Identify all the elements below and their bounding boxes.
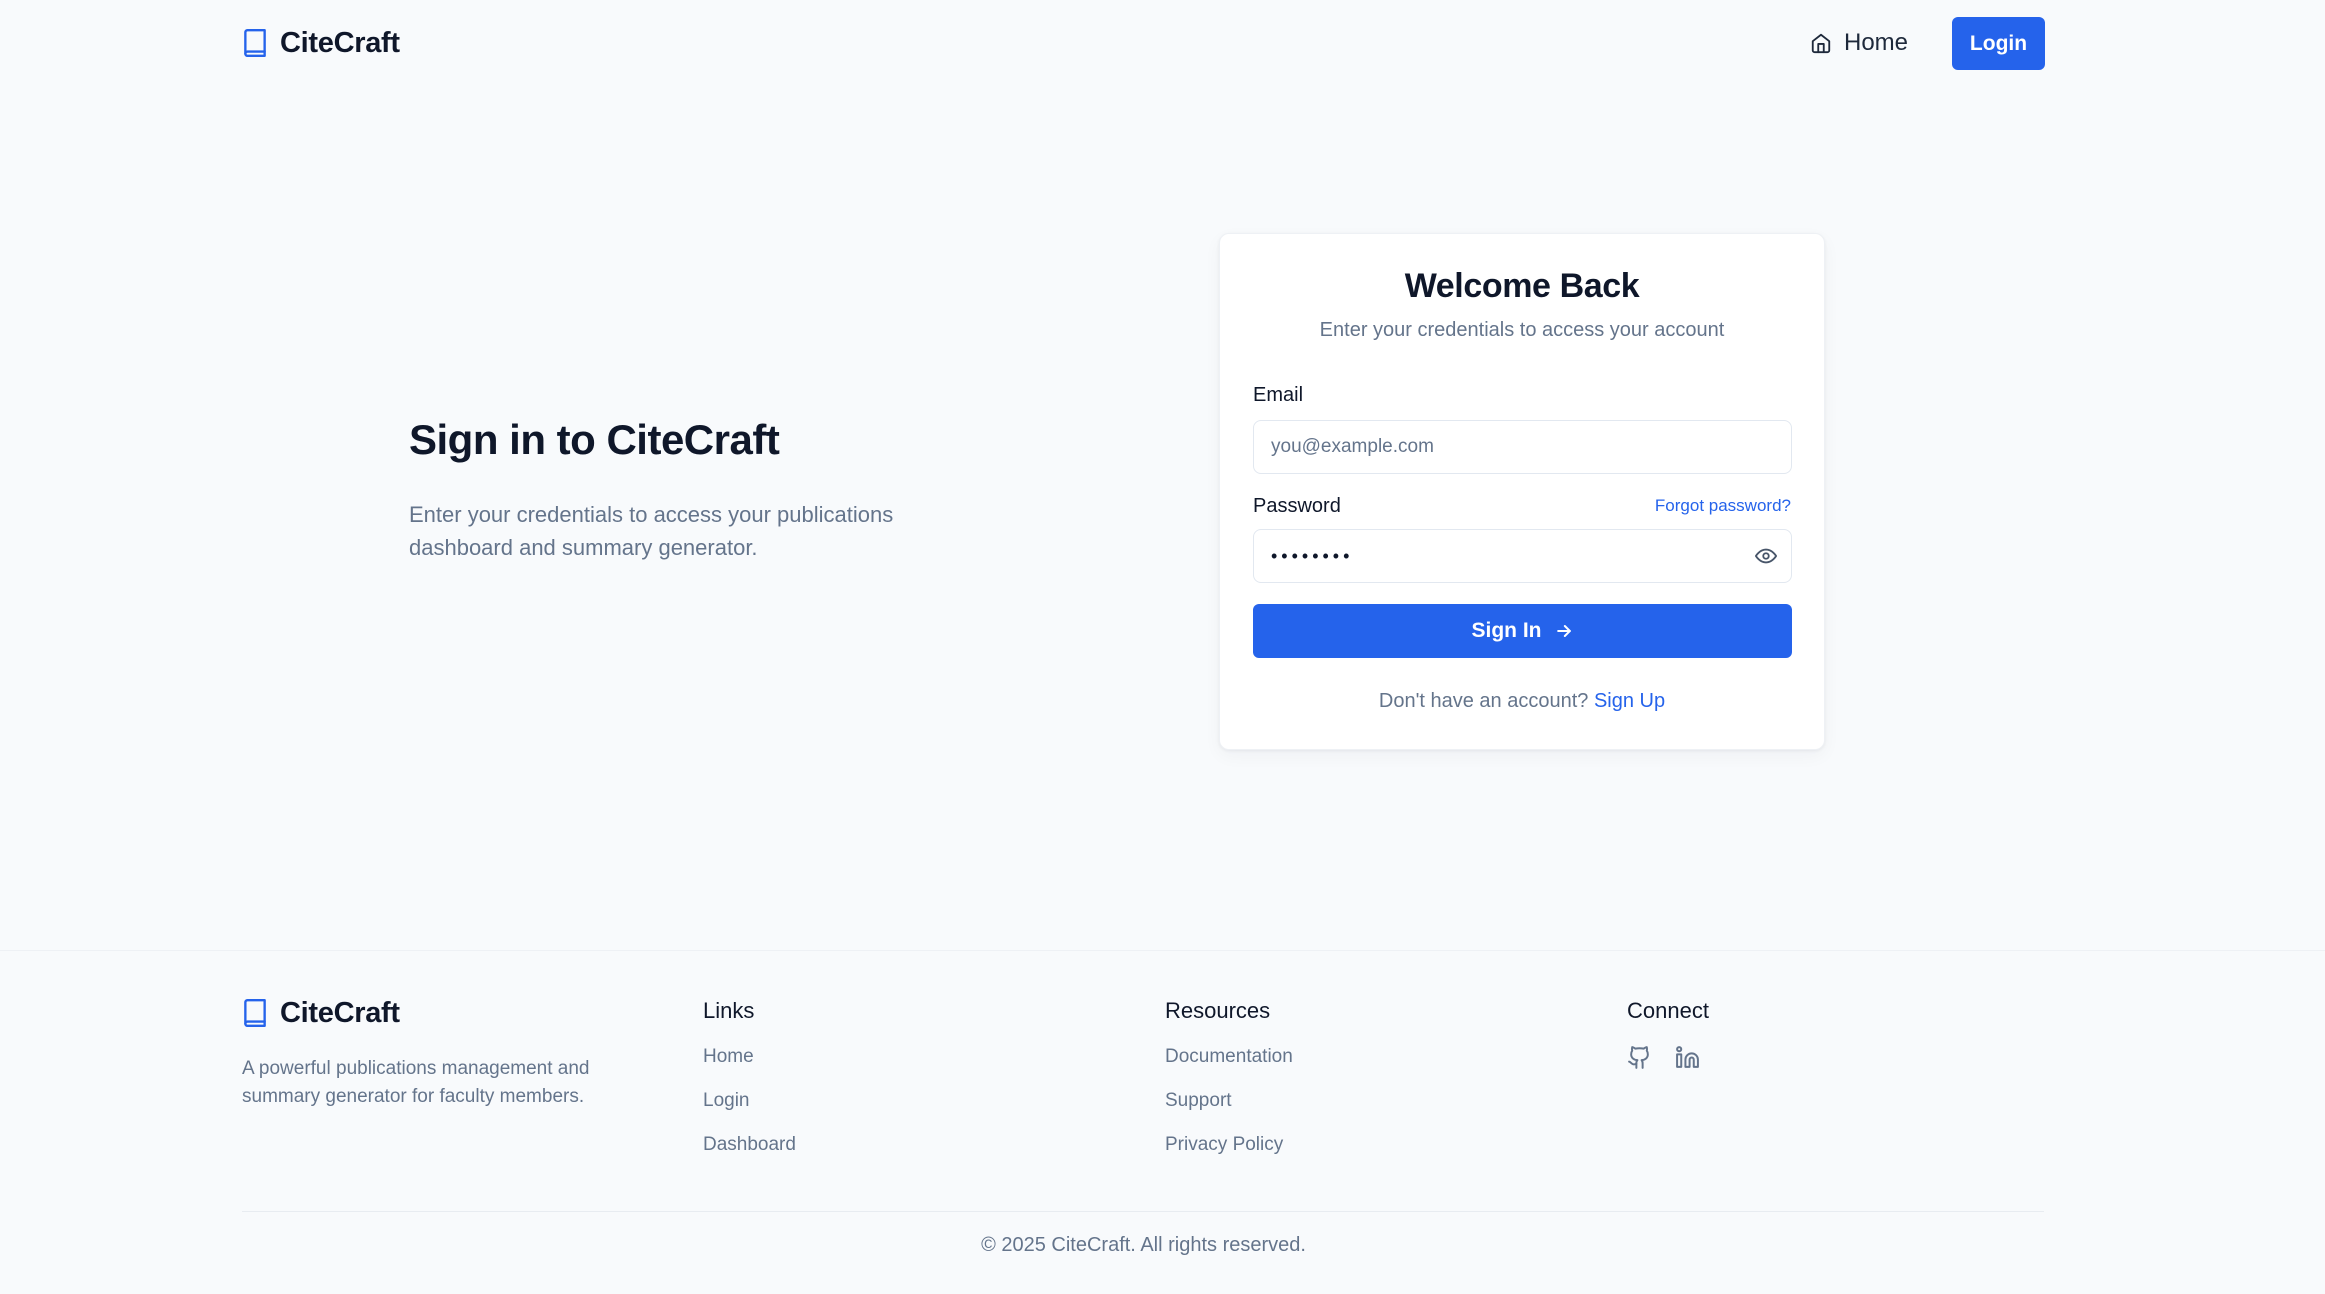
login-card: Welcome Back Enter your credentials to a… <box>1219 233 1825 750</box>
signup-prompt-text: Don't have an account? <box>1378 690 1589 712</box>
card-title: Welcome Back <box>1404 267 1640 305</box>
hero-title: Sign in to CiteCraft <box>409 416 780 463</box>
sign-in-label: Sign In <box>1471 619 1542 642</box>
footer: CiteCraft A powerful publications manage… <box>0 950 2325 1294</box>
sign-up-link[interactable]: Sign Up <box>1594 690 1665 712</box>
home-icon <box>1810 32 1832 54</box>
password-field[interactable] <box>1253 529 1792 583</box>
footer-connect-column: Connect <box>1627 998 1709 1070</box>
footer-link-privacy-policy[interactable]: Privacy Policy <box>1165 1133 1293 1177</box>
nav-home-label: Home <box>1844 29 1909 56</box>
footer-links-column: Links Home Login Dashboard <box>703 998 796 1177</box>
email-field[interactable] <box>1253 420 1792 474</box>
footer-link-login[interactable]: Login <box>703 1089 796 1133</box>
footer-links-heading: Links <box>703 998 755 1023</box>
footer-divider <box>242 1211 2044 1212</box>
footer-description: A powerful publications management and s… <box>242 1058 590 1107</box>
copyright-text: © 2025 CiteCraft. All rights reserved. <box>981 1234 1306 1256</box>
footer-link-dashboard[interactable]: Dashboard <box>703 1133 796 1177</box>
top-navbar: CiteCraft Home Login <box>0 0 2325 86</box>
email-label: Email <box>1253 384 1304 406</box>
footer-brand-name: CiteCraft <box>280 996 400 1029</box>
linkedin-icon[interactable] <box>1675 1045 1700 1070</box>
footer-link-support[interactable]: Support <box>1165 1089 1293 1133</box>
forgot-password-link[interactable]: Forgot password? <box>1655 496 1791 516</box>
footer-link-home[interactable]: Home <box>703 1045 796 1089</box>
github-icon[interactable] <box>1627 1045 1652 1070</box>
brand-logo[interactable]: CiteCraft <box>242 26 400 60</box>
sign-in-button[interactable]: Sign In <box>1253 604 1792 658</box>
eye-icon[interactable] <box>1755 545 1777 567</box>
book-icon <box>242 998 268 1028</box>
footer-link-documentation[interactable]: Documentation <box>1165 1045 1293 1089</box>
footer-connect-heading: Connect <box>1627 998 1709 1023</box>
brand-name: CiteCraft <box>280 26 400 59</box>
password-label: Password <box>1253 495 1341 517</box>
nav-home-link[interactable]: Home <box>1810 24 1908 62</box>
card-subtitle: Enter your credentials to access your ac… <box>1319 319 1725 341</box>
footer-resources-heading: Resources <box>1165 998 1271 1023</box>
signup-prompt: Don't have an account? Sign Up <box>1220 690 1824 713</box>
social-links <box>1627 1045 1709 1070</box>
footer-brand[interactable]: CiteCraft <box>242 996 400 1030</box>
footer-resources-column: Resources Documentation Support Privacy … <box>1165 998 1293 1177</box>
nav-login-button[interactable]: Login <box>1952 17 2045 70</box>
arrow-right-icon <box>1554 621 1574 641</box>
book-icon <box>242 28 268 58</box>
hero-description: Enter your credentials to access your pu… <box>409 502 894 560</box>
